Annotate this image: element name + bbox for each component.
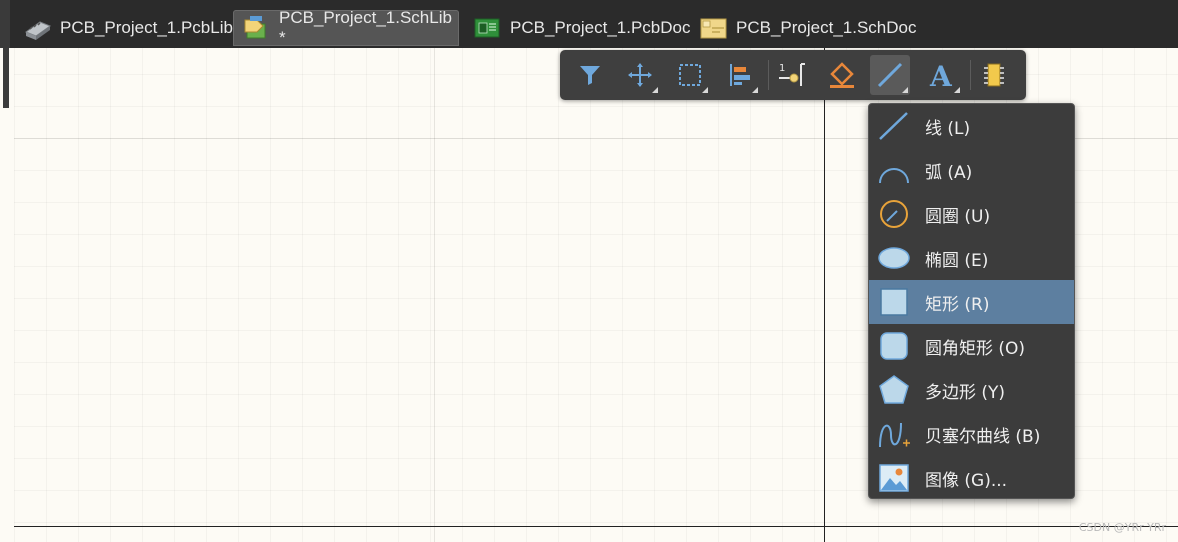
toolbar-separator xyxy=(768,60,769,90)
tab-label: PCB_Project_1.SchLib * xyxy=(279,8,452,47)
fill-button[interactable] xyxy=(822,55,862,95)
dropdown-corner xyxy=(652,87,658,93)
tab-label: PCB_Project_1.SchDoc xyxy=(736,18,917,37)
menu-item-label: 椭圆 (E) xyxy=(925,250,989,271)
text-button[interactable]: A xyxy=(922,55,962,95)
menu-item-label: 线 (L) xyxy=(925,118,971,139)
dropdown-corner xyxy=(902,87,908,93)
watermark-text: CSDN @YRr YRr xyxy=(1078,521,1166,534)
schdoc-icon xyxy=(700,18,727,39)
line-tool-icon xyxy=(877,62,903,88)
svg-text:A: A xyxy=(929,60,953,90)
left-panel-rail[interactable] xyxy=(0,48,15,542)
polygon-icon xyxy=(879,375,909,404)
tab-bar-edge xyxy=(0,0,10,48)
schlib-icon xyxy=(244,16,266,39)
document-tab-bar: PCB_Project_1.PcbLib PCB_Project_1.SchLi… xyxy=(0,0,1178,48)
dropdown-corner xyxy=(702,87,708,93)
align-icon xyxy=(730,64,750,86)
tab-label: PCB_Project_1.PcbLib xyxy=(60,18,233,37)
circle-icon xyxy=(880,200,908,228)
menu-item-polygon[interactable]: 多边形 (Y) xyxy=(869,368,1074,412)
move-icon xyxy=(628,63,652,87)
menu-item-circle[interactable]: 圆圈 (U) xyxy=(869,192,1074,236)
pin-button[interactable]: 1 xyxy=(772,55,812,95)
select-button[interactable] xyxy=(670,55,710,95)
active-bar-toolbar: 1 A xyxy=(560,50,1026,100)
arc-icon xyxy=(879,168,909,184)
menu-item-label: 多边形 (Y) xyxy=(925,382,1006,403)
draw-shape-menu: 线 (L) 弧 (A) 圆圈 (U) 椭圆 (E) 矩形 (R) 圆角矩形 (O… xyxy=(868,103,1075,499)
filter-button[interactable] xyxy=(570,55,610,95)
component-button[interactable] xyxy=(974,55,1014,95)
bezier-icon xyxy=(879,422,910,448)
menu-item-label: 圆角矩形 (O) xyxy=(925,338,1026,359)
menu-item-label: 图像 (G)... xyxy=(925,470,1008,491)
dropdown-corner xyxy=(954,87,960,93)
component-icon xyxy=(984,63,1004,87)
menu-item-label: 贝塞尔曲线 (B) xyxy=(925,426,1041,447)
move-button[interactable] xyxy=(620,55,660,95)
image-icon xyxy=(879,464,909,492)
grid-major-line xyxy=(434,48,435,542)
pcbdoc-icon xyxy=(474,18,500,38)
tab-label: PCB_Project_1.PcbDoc xyxy=(510,18,691,37)
ellipse-icon xyxy=(878,247,910,269)
round-rectangle-icon xyxy=(880,332,908,360)
menu-item-ellipse[interactable]: 椭圆 (E) xyxy=(869,236,1074,280)
filter-icon xyxy=(580,66,600,85)
line-tool-button[interactable] xyxy=(870,55,910,95)
menu-item-arc[interactable]: 弧 (A) xyxy=(869,148,1074,192)
menu-item-bezier[interactable]: 贝塞尔曲线 (B) xyxy=(869,412,1074,456)
pcblib-icon xyxy=(24,21,52,40)
fill-icon xyxy=(830,62,854,88)
menu-item-label: 圆圈 (U) xyxy=(925,206,991,227)
menu-item-rectangle[interactable]: 矩形 (R) xyxy=(869,280,1074,324)
rail-scroll-handle[interactable] xyxy=(3,48,9,108)
tab-pcblib[interactable]: PCB_Project_1.PcbLib xyxy=(14,10,241,46)
select-icon xyxy=(679,64,701,86)
rectangle-icon xyxy=(880,288,908,316)
line-icon xyxy=(879,112,908,140)
tab-schdoc[interactable]: PCB_Project_1.SchDoc xyxy=(690,10,924,46)
dropdown-corner xyxy=(752,87,758,93)
menu-item-label: 弧 (A) xyxy=(925,162,973,183)
tab-schlib[interactable]: PCB_Project_1.SchLib * xyxy=(233,8,459,47)
menu-item-label: 矩形 (R) xyxy=(925,294,990,315)
menu-item-image[interactable]: 图像 (G)... xyxy=(869,456,1074,498)
align-button[interactable] xyxy=(720,55,760,95)
origin-axis-vertical xyxy=(824,48,825,542)
text-icon: A xyxy=(929,60,953,90)
toolbar-separator xyxy=(970,60,971,90)
svg-text:1: 1 xyxy=(779,63,785,74)
tab-pcbdoc[interactable]: PCB_Project_1.PcbDoc xyxy=(464,10,698,46)
pin-icon: 1 xyxy=(779,63,805,86)
menu-item-round-rectangle[interactable]: 圆角矩形 (O) xyxy=(869,324,1074,368)
origin-axis-horizontal xyxy=(14,526,1178,527)
menu-item-line[interactable]: 线 (L) xyxy=(869,104,1074,148)
